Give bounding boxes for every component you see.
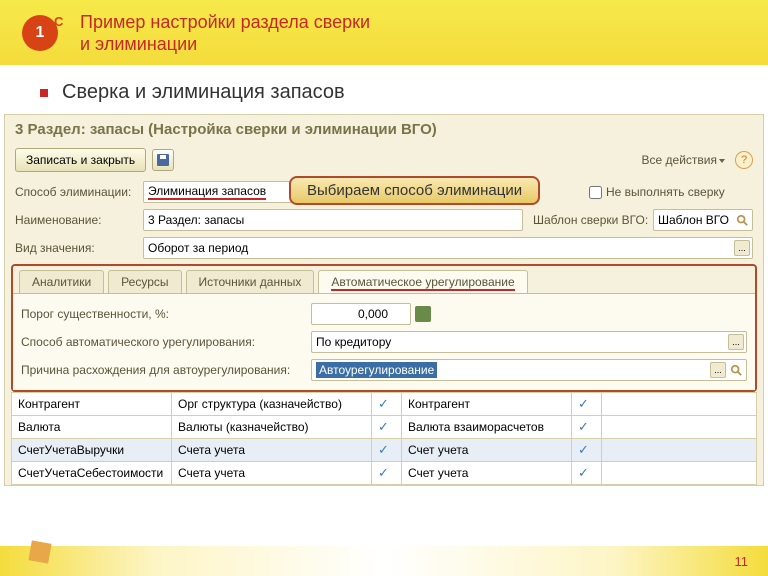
label-elimination: Способ элиминации: bbox=[15, 185, 143, 199]
toolbar: Записать и закрыть Все действия ? bbox=[5, 146, 763, 178]
bullet-text: Сверка и элиминация запасов bbox=[62, 81, 345, 104]
table-cell: Валюта bbox=[12, 416, 172, 439]
table-cell: ✓ bbox=[572, 439, 602, 462]
label-threshold: Порог существенности, %: bbox=[21, 307, 311, 321]
elimination-value: Элиминация запасов bbox=[148, 184, 266, 200]
magnifier-icon[interactable] bbox=[728, 362, 744, 378]
table-cell: ✓ bbox=[372, 416, 402, 439]
table-cell bbox=[602, 462, 757, 485]
tabs-highlight-box: Аналитики Ресурсы Источники данных Автом… bbox=[11, 264, 757, 392]
table-cell: СчетУчетаВыручки bbox=[12, 439, 172, 462]
tab-content: Порог существенности, %: 0,000 Способ ав… bbox=[13, 293, 755, 390]
table-cell: ✓ bbox=[372, 393, 402, 416]
header-banner: 1 C Пример настройки раздела сверки и эл… bbox=[0, 0, 768, 65]
footer: 11 bbox=[0, 546, 768, 576]
help-button[interactable]: ? bbox=[735, 151, 753, 169]
all-actions-link[interactable]: Все действия bbox=[642, 153, 725, 167]
bullet-point: Сверка и элиминация запасов bbox=[0, 65, 768, 114]
table-cell: ✓ bbox=[572, 416, 602, 439]
logo-side-text: C bbox=[54, 15, 63, 29]
label-value-kind: Вид значения: bbox=[15, 241, 143, 255]
table-row[interactable]: СчетУчетаВыручкиСчета учета✓Счет учета✓ bbox=[12, 439, 757, 462]
table-cell: ✓ bbox=[372, 439, 402, 462]
no-check-checkbox[interactable]: Не выполнять сверку bbox=[589, 185, 725, 199]
tabs-row: Аналитики Ресурсы Источники данных Автом… bbox=[13, 266, 755, 293]
table-cell: ✓ bbox=[372, 462, 402, 485]
table-cell: СчетУчетаСебестоимости bbox=[12, 462, 172, 485]
table-cell: Орг структура (казначейство) bbox=[172, 393, 372, 416]
calculator-icon[interactable] bbox=[415, 306, 431, 322]
label-auto-method: Способ автоматического урегулирования: bbox=[21, 335, 311, 349]
table-cell bbox=[602, 393, 757, 416]
slide-title-line1: Пример настройки раздела сверки bbox=[80, 11, 370, 33]
name-value: 3 Раздел: запасы bbox=[148, 213, 244, 227]
no-check-label: Не выполнять сверку bbox=[606, 185, 725, 199]
tab-resources[interactable]: Ресурсы bbox=[108, 270, 181, 293]
logo-1c: 1 C bbox=[16, 9, 64, 57]
value-kind-value: Оборот за период bbox=[148, 241, 248, 255]
slide-title: Пример настройки раздела сверки и элимин… bbox=[80, 11, 370, 55]
ellipsis-button[interactable]: ... bbox=[710, 362, 726, 378]
tab-data-sources[interactable]: Источники данных bbox=[186, 270, 315, 293]
tab-analytics[interactable]: Аналитики bbox=[19, 270, 104, 293]
value-kind-input[interactable]: Оборот за период ... bbox=[143, 237, 753, 259]
form-title: 3 Раздел: запасы (Настройка сверки и эли… bbox=[5, 115, 763, 146]
slide-title-line2: и элиминации bbox=[80, 33, 370, 55]
table-row[interactable]: ВалютаВалюты (казначейство)✓Валюта взаим… bbox=[12, 416, 757, 439]
save-button[interactable] bbox=[152, 149, 174, 171]
threshold-input[interactable]: 0,000 bbox=[311, 303, 411, 325]
table-cell: Счет учета bbox=[402, 462, 572, 485]
logo-circle: 1 bbox=[22, 15, 58, 51]
table-row[interactable]: КонтрагентОрг структура (казначейство)✓К… bbox=[12, 393, 757, 416]
ellipsis-button[interactable]: ... bbox=[728, 334, 744, 350]
row-auto-method: Способ автоматического урегулирования: П… bbox=[19, 328, 749, 356]
table-cell: Валюты (казначейство) bbox=[172, 416, 372, 439]
page-number: 11 bbox=[735, 554, 749, 569]
row-elimination-method: Способ элиминации: Элиминация запасов Вы… bbox=[5, 178, 763, 206]
table-cell: Счет учета bbox=[402, 439, 572, 462]
label-name: Наименование: bbox=[15, 213, 143, 227]
row-name: Наименование: 3 Раздел: запасы Шаблон св… bbox=[5, 206, 763, 234]
table-cell: Контрагент bbox=[12, 393, 172, 416]
auto-method-value: По кредитору bbox=[316, 335, 391, 349]
footer-decoration bbox=[28, 540, 51, 563]
magnifier-icon[interactable] bbox=[734, 212, 750, 228]
tab-auto-settlement[interactable]: Автоматическое урегулирование bbox=[318, 270, 527, 293]
all-actions-label: Все действия bbox=[642, 153, 717, 167]
label-reason: Причина расхождения для автоурегулирован… bbox=[21, 363, 311, 377]
save-and-close-button[interactable]: Записать и закрыть bbox=[15, 148, 146, 172]
ellipsis-button[interactable]: ... bbox=[734, 240, 750, 256]
chevron-down-icon bbox=[719, 159, 725, 163]
table-cell bbox=[602, 416, 757, 439]
form-window: 3 Раздел: запасы (Настройка сверки и эли… bbox=[4, 114, 764, 486]
table-cell bbox=[602, 439, 757, 462]
table-cell: Контрагент bbox=[402, 393, 572, 416]
table-cell: Счета учета bbox=[172, 462, 372, 485]
elimination-select[interactable]: Элиминация запасов bbox=[143, 181, 293, 203]
callout-elimination: Выбираем способ элиминации bbox=[289, 176, 540, 205]
name-input[interactable]: 3 Раздел: запасы bbox=[143, 209, 523, 231]
no-check-input[interactable] bbox=[589, 186, 602, 199]
reason-input[interactable]: Автоурегулирование ... bbox=[311, 359, 747, 381]
tab-auto-settlement-label: Автоматическое урегулирование bbox=[331, 275, 514, 291]
row-threshold: Порог существенности, %: 0,000 bbox=[19, 300, 749, 328]
table-cell: Счета учета bbox=[172, 439, 372, 462]
table-cell: Валюта взаиморасчетов bbox=[402, 416, 572, 439]
template-input[interactable]: Шаблон ВГО bbox=[653, 209, 753, 231]
auto-method-input[interactable]: По кредитору ... bbox=[311, 331, 747, 353]
template-value: Шаблон ВГО bbox=[658, 213, 729, 227]
table-row[interactable]: СчетУчетаСебестоимостиСчета учета✓Счет у… bbox=[12, 462, 757, 485]
label-template: Шаблон сверки ВГО: bbox=[533, 213, 653, 227]
bullet-icon bbox=[40, 89, 48, 97]
row-value-kind: Вид значения: Оборот за период ... bbox=[5, 234, 763, 262]
table-cell: ✓ bbox=[572, 462, 602, 485]
table-cell: ✓ bbox=[572, 393, 602, 416]
disk-icon bbox=[157, 154, 169, 166]
row-reason: Причина расхождения для автоурегулирован… bbox=[19, 356, 749, 384]
analytics-table: КонтрагентОрг структура (казначейство)✓К… bbox=[11, 392, 757, 485]
reason-value: Автоурегулирование bbox=[316, 362, 437, 378]
threshold-value: 0,000 bbox=[358, 307, 388, 321]
